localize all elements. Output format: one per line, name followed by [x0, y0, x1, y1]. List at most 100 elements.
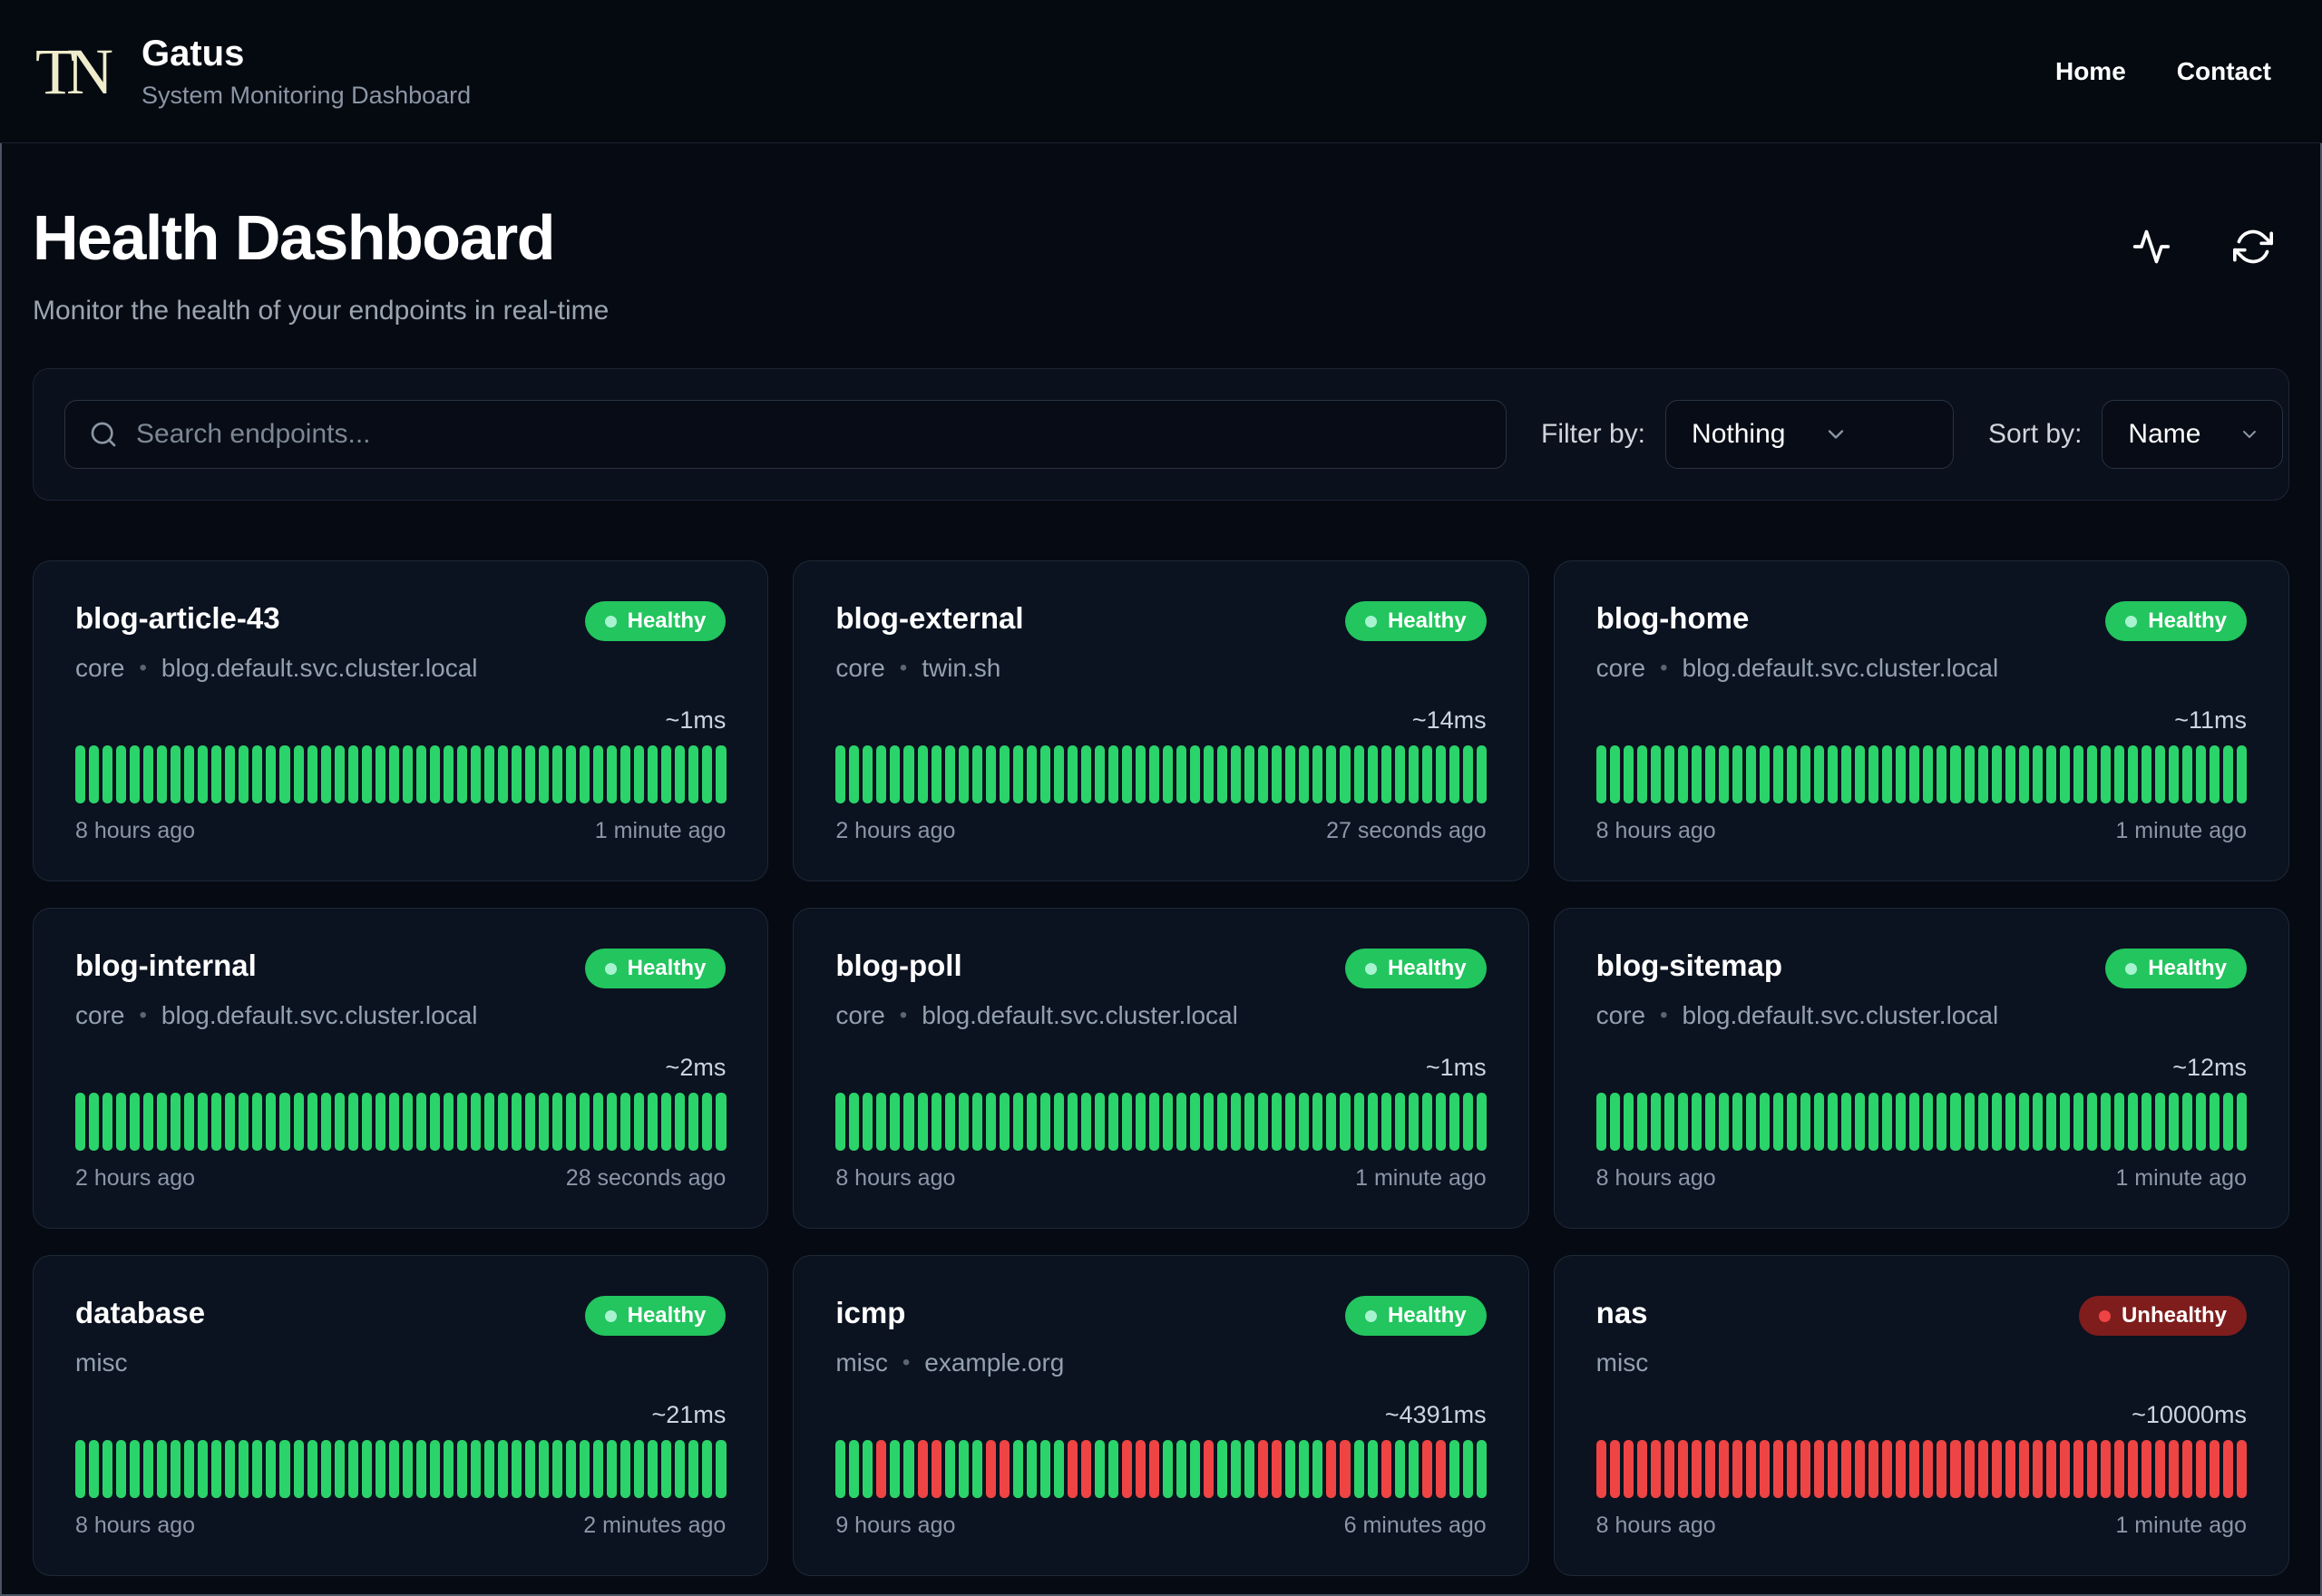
health-bar-up — [512, 1093, 522, 1151]
health-bar-up — [2100, 1093, 2111, 1151]
endpoint-card[interactable]: nas Unhealthy misc ~10000ms 8 hours ago … — [1553, 1255, 2289, 1576]
health-bar-up — [2154, 1093, 2165, 1151]
oldest-time: 8 hours ago — [75, 1513, 196, 1538]
health-bar-up — [675, 745, 686, 803]
health-bar-up — [688, 1093, 699, 1151]
health-bar-up — [1312, 1093, 1323, 1151]
endpoint-card[interactable]: blog-sitemap Healthy core • blog.default… — [1553, 908, 2289, 1229]
health-bar-up — [1868, 1093, 1879, 1151]
uptime-bars[interactable] — [75, 745, 727, 803]
health-bar-up — [2237, 745, 2248, 803]
health-bar-up — [2018, 745, 2029, 803]
health-bar-up — [130, 745, 141, 803]
health-bar-down — [876, 1440, 887, 1498]
health-bar-up — [566, 1440, 577, 1498]
health-bar-up — [1476, 745, 1487, 803]
endpoint-card[interactable]: blog-internal Healthy core • blog.defaul… — [33, 908, 769, 1229]
endpoint-meta: misc • example.org — [835, 1348, 1486, 1377]
health-bar-up — [552, 745, 563, 803]
page-title: Health Dashboard — [33, 202, 556, 273]
health-bar-up — [388, 745, 399, 803]
uptime-bars[interactable] — [835, 745, 1487, 803]
health-bar-up — [402, 1440, 413, 1498]
health-bar-up — [1285, 745, 1296, 803]
health-bar-down — [2059, 1440, 2070, 1498]
endpoint-card[interactable]: blog-home Healthy core • blog.default.sv… — [1553, 560, 2289, 881]
health-bar-up — [2113, 745, 2124, 803]
time-range: 8 hours ago 1 minute ago — [1596, 818, 2247, 844]
uptime-bars[interactable] — [75, 1440, 727, 1498]
health-bar-up — [102, 1440, 113, 1498]
health-bar-up — [239, 745, 249, 803]
endpoint-card[interactable]: blog-article-43 Healthy core • blog.defa… — [33, 560, 769, 881]
health-bar-up — [634, 745, 645, 803]
health-bar-up — [279, 1440, 290, 1498]
uptime-bars[interactable] — [75, 1093, 727, 1151]
health-bar-up — [688, 745, 699, 803]
health-bar-up — [1272, 1093, 1283, 1151]
health-bar-down — [1746, 1440, 1757, 1498]
health-bar-down — [1691, 1440, 1702, 1498]
health-bar-down — [2032, 1440, 2043, 1498]
health-bar-up — [1053, 1440, 1064, 1498]
nav-link-home[interactable]: Home — [2055, 57, 2126, 86]
status-badge: Healthy — [1344, 601, 1487, 641]
health-bar-up — [1176, 1440, 1187, 1498]
health-bar-down — [1067, 1440, 1078, 1498]
uptime-bars[interactable] — [1595, 1093, 2248, 1151]
health-bar-up — [1258, 1093, 1269, 1151]
time-range: 2 hours ago 27 seconds ago — [835, 818, 1486, 844]
health-bar-up — [525, 1093, 536, 1151]
status-label: Healthy — [627, 608, 707, 633]
health-bar-down — [2018, 1440, 2029, 1498]
sort-select[interactable]: Name — [2102, 400, 2284, 469]
health-bar-up — [1217, 745, 1228, 803]
health-bar-down — [2182, 1440, 2193, 1498]
uptime-bars[interactable] — [835, 1093, 1487, 1151]
health-bar-up — [1053, 1093, 1064, 1151]
status-label: Healthy — [627, 956, 707, 980]
uptime-bars[interactable] — [1595, 1440, 2248, 1498]
endpoint-name: blog-external — [835, 601, 1024, 635]
health-bar-up — [958, 745, 969, 803]
endpoint-card[interactable]: database Healthy misc ~21ms 8 hours ago … — [33, 1255, 769, 1576]
nav-link-contact[interactable]: Contact — [2177, 57, 2271, 86]
health-bar-up — [620, 745, 631, 803]
health-bar-up — [1244, 1093, 1255, 1151]
endpoint-group: misc — [75, 1348, 128, 1377]
health-bar-up — [1950, 1093, 1961, 1151]
endpoint-group: core — [1595, 654, 1646, 682]
health-bar-up — [1677, 1093, 1688, 1151]
refresh-icon[interactable] — [2233, 227, 2273, 267]
newest-time: 1 minute ago — [1355, 1165, 1487, 1191]
card-head: blog-external Healthy — [835, 601, 1487, 641]
health-bar-up — [307, 1093, 317, 1151]
health-bar-down — [2045, 1440, 2056, 1498]
health-bar-up — [402, 745, 413, 803]
endpoint-group: core — [75, 1001, 125, 1029]
endpoint-card[interactable]: blog-external Healthy core • twin.sh ~14… — [793, 560, 1529, 881]
health-bar-up — [1039, 1440, 1050, 1498]
uptime-bars[interactable] — [1595, 745, 2248, 803]
health-bar-up — [539, 745, 550, 803]
card-head: blog-poll Healthy — [835, 949, 1487, 988]
health-bar-up — [470, 1093, 481, 1151]
health-bar-up — [1039, 745, 1050, 803]
health-bar-up — [1732, 745, 1742, 803]
endpoint-host: twin.sh — [922, 654, 1001, 682]
uptime-bars[interactable] — [835, 1440, 1487, 1498]
health-bar-up — [429, 1440, 440, 1498]
endpoint-card[interactable]: icmp Healthy misc • example.org ~4391ms … — [793, 1255, 1529, 1576]
health-bar-up — [1163, 745, 1174, 803]
health-bar-up — [620, 1093, 631, 1151]
health-bar-up — [143, 1440, 154, 1498]
health-bar-up — [89, 1440, 100, 1498]
activity-icon[interactable] — [2132, 227, 2171, 267]
health-bar-down — [1435, 1440, 1446, 1498]
filter-select[interactable]: Nothing — [1665, 400, 1955, 469]
health-bar-up — [958, 1093, 969, 1151]
endpoint-card[interactable]: blog-poll Healthy core • blog.default.sv… — [793, 908, 1529, 1229]
health-bar-up — [661, 1440, 672, 1498]
health-bar-up — [1312, 745, 1323, 803]
search-input[interactable] — [136, 419, 1482, 450]
